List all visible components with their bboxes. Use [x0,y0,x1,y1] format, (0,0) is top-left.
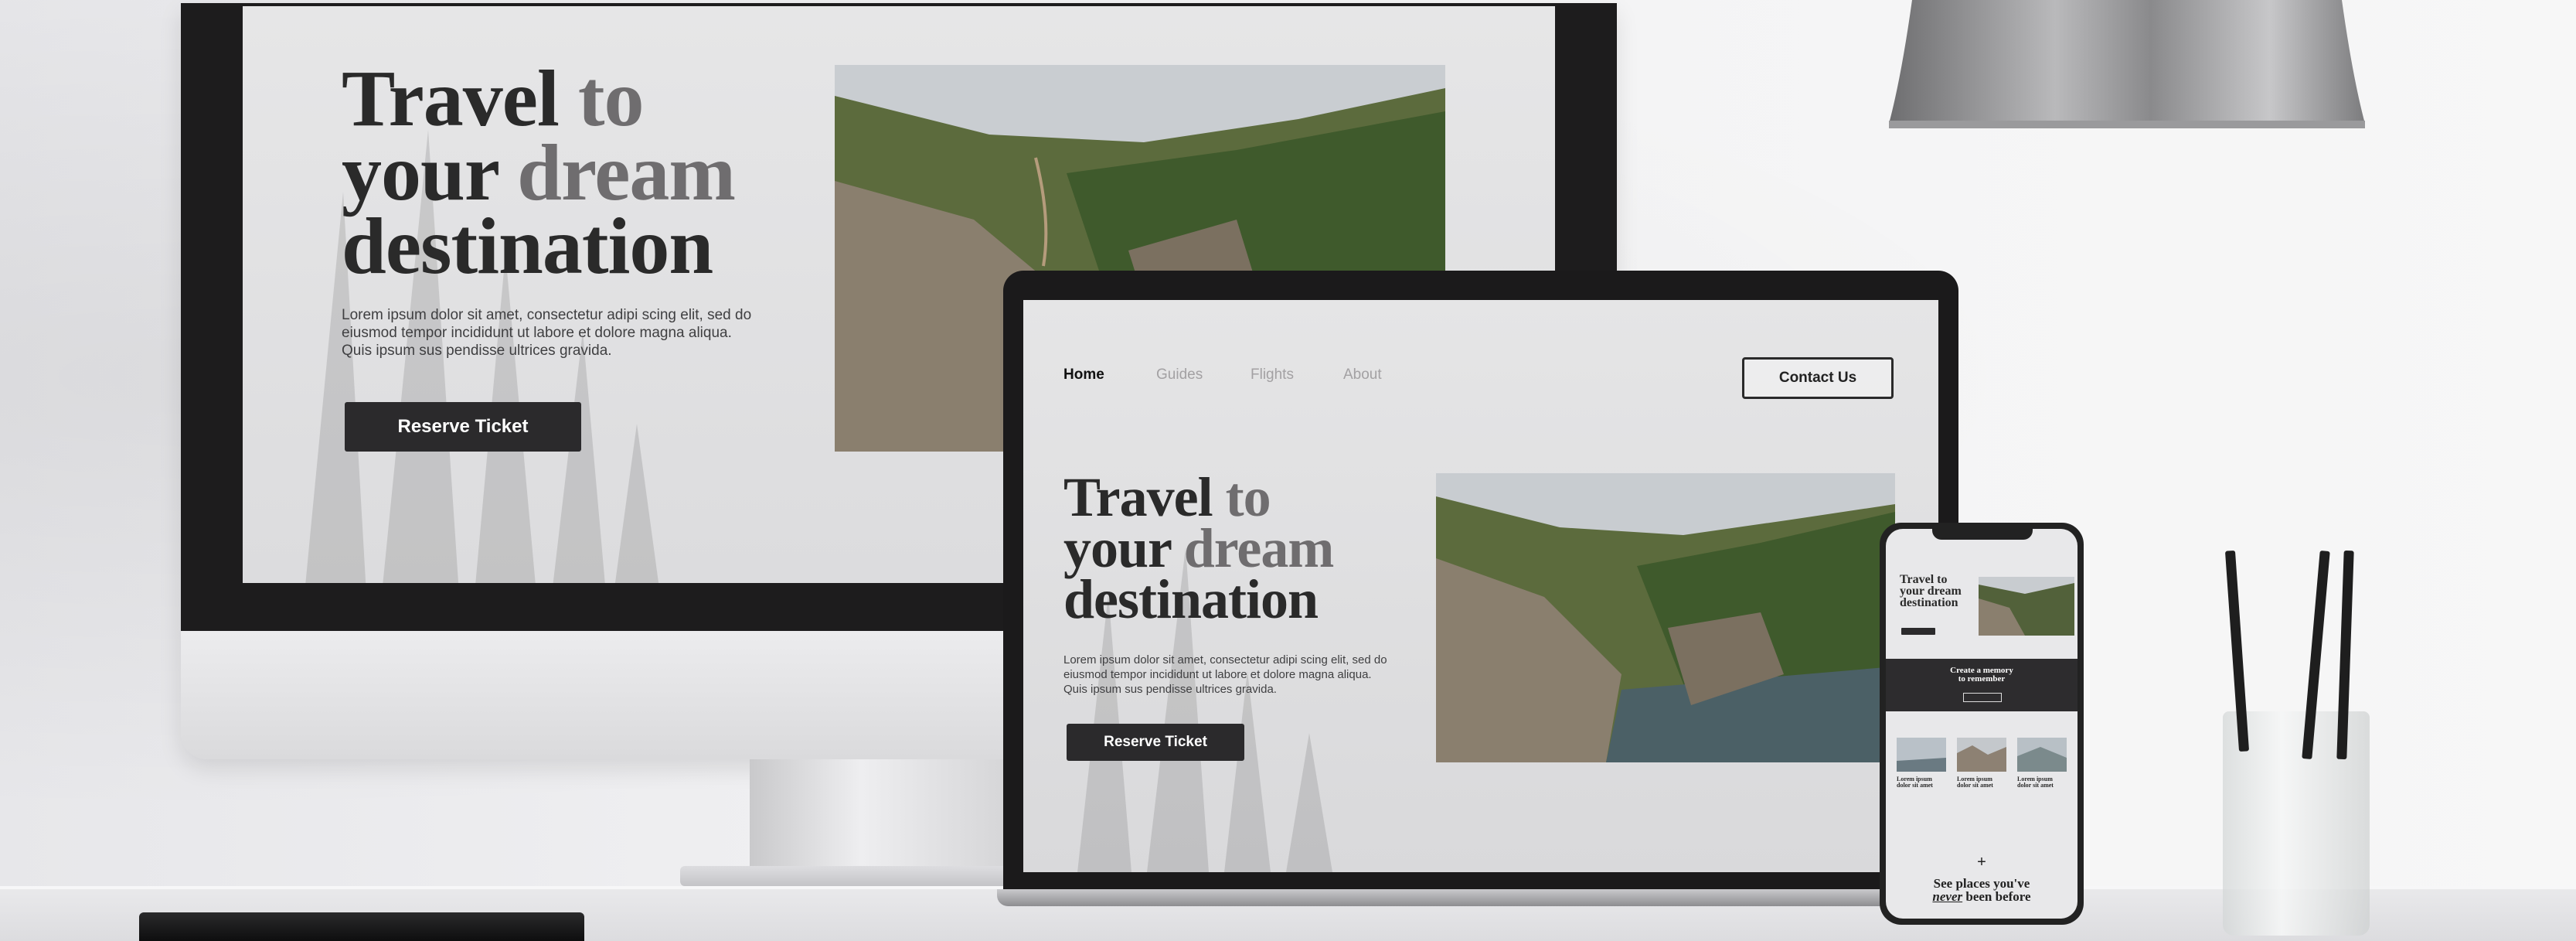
plus-icon: + [1977,854,1986,871]
reserve-ticket-label: Reserve Ticket [397,416,529,437]
contact-us-button[interactable]: Contact Us [1742,357,1894,399]
hero-title-word: destination [342,202,713,292]
laptop-screen: Home Guides Flights About Contact Us Tra… [1023,300,1938,872]
phone-card-title-line: dolor sit amet [1897,782,1933,789]
nav-guides[interactable]: Guides [1156,367,1203,384]
phone-card-title-line: dolor sit amet [1957,782,1993,789]
hero-description-line: eiusmod tempor incididunt ut labore et d… [342,325,732,341]
phone-hero-title-line: Travel to [1900,573,1948,586]
hero-description-line: Quis ipsum sus pendisse ultrices gravida… [1063,683,1277,696]
phone-card-title-line: dolor sit amet [2017,782,2054,789]
phone-card-image [2017,738,2067,772]
phone-cta-button[interactable] [1901,628,1935,635]
phone-card-title: Lorem ipsum dolor sit amet [1957,776,1993,789]
phone-banner-title: Create a memory to remember [1886,667,2077,684]
phone-card-title: Lorem ipsum dolor sit amet [1897,776,1933,789]
reserve-ticket-label: Reserve Ticket [1104,734,1207,750]
phone-card-image [1957,738,2006,772]
reserve-ticket-button[interactable]: Reserve Ticket [345,402,581,452]
hero-title: Travel to your dream destination [342,59,736,287]
phone-footer-heading-line: never been before [1886,890,2077,903]
nav-about[interactable]: About [1343,367,1382,384]
phone-hero-title-line: your dream [1900,585,1962,598]
phone-footer-heading: See places you've never been before [1886,877,2077,903]
pendant-lamp [1889,0,2365,128]
hero-description-line: Lorem ipsum dolor sit amet, consectetur … [342,307,752,323]
hero-description: Lorem ipsum dolor sit amet, consectetur … [342,306,751,360]
hero-title: Travel to your dream destination [1063,469,1334,627]
phone-landscape-photo [1979,577,2074,636]
reserve-ticket-button[interactable]: Reserve Ticket [1067,724,1244,761]
laptop-base [997,889,1971,906]
hero-title-word: destination [1063,568,1319,631]
nav-flights[interactable]: Flights [1251,367,1294,384]
phone-banner-title-line: to remember [1958,674,2006,684]
hero-description-line: Lorem ipsum dolor sit amet, consectetur … [1063,653,1387,667]
phone-screen: Travel to your dream destination Create … [1886,529,2077,919]
phone-card-image [1897,738,1946,772]
phone-footer-emphasis: never [1932,889,1963,904]
hero-description-line: Quis ipsum sus pendisse ultrices gravida… [342,343,612,359]
phone-footer-heading-line: See places you've [1933,876,2030,891]
notebook [139,912,584,941]
phone-footer-heading-rest: been before [1965,889,2031,904]
phone-hero-title: Travel to your dream destination [1900,574,1962,609]
phone-hero-title-line: destination [1900,596,1958,609]
phone-notch [1932,527,2033,540]
phone-banner-button[interactable] [1963,693,2002,702]
contact-us-label: Contact Us [1778,370,1857,386]
phone-card-title: Lorem ipsum dolor sit amet [2017,776,2054,789]
hero-description: Lorem ipsum dolor sit amet, consectetur … [1063,653,1387,697]
landscape-photo [1436,473,1895,762]
nav-home[interactable]: Home [1063,367,1104,384]
hero-description-line: eiusmod tempor incididunt ut labore et d… [1063,668,1372,681]
monitor-stand-neck [750,759,1028,875]
phone-banner: Create a memory to remember [1886,659,2077,711]
